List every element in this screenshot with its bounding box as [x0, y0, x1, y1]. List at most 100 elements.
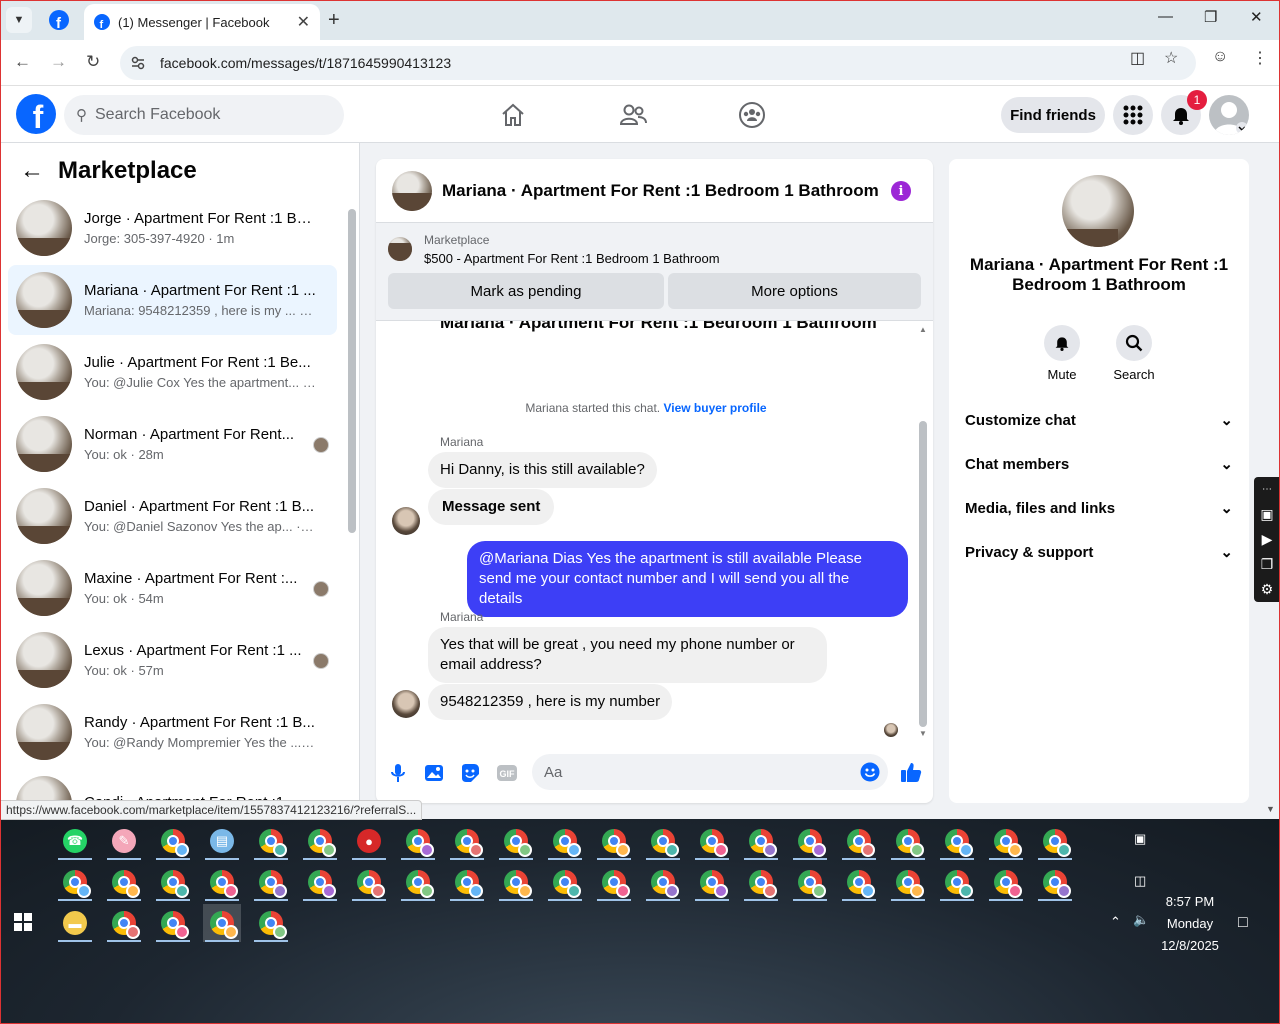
chrome-profile-icon[interactable] [154, 904, 192, 942]
chrome-profile-icon[interactable] [791, 863, 829, 901]
site-info-icon[interactable] [130, 55, 146, 71]
search-in-conversation-button[interactable]: Search [1104, 325, 1164, 382]
paint-app-icon[interactable]: ✎ [105, 822, 143, 860]
chrome-profile-icon[interactable] [203, 863, 241, 901]
chrome-profile-icon[interactable] [546, 822, 584, 860]
system-clock[interactable]: 8:57 PM Monday 12/8/2025 [1150, 891, 1230, 957]
settings-gear-icon[interactable]: ⚙ [1254, 577, 1280, 602]
chrome-profile-icon[interactable] [399, 863, 437, 901]
omnibox[interactable]: facebook.com/messages/t/1871645990413123 [120, 46, 1196, 80]
view-buyer-profile-link[interactable]: View buyer profile [663, 401, 766, 415]
chrome-profile-icon[interactable] [203, 904, 241, 942]
tray-network-icon[interactable]: ◫ [1134, 873, 1146, 889]
conversation-info-icon[interactable]: i [891, 181, 911, 201]
tray-meeting-icon[interactable]: ▣ [1134, 831, 1146, 847]
chrome-profile-icon[interactable] [742, 822, 780, 860]
conversation-item-daniel[interactable]: Daniel · Apartment For Rent :1 B... You: … [8, 481, 337, 551]
tab-close-icon[interactable]: ✕ [297, 12, 310, 32]
search-facebook-input[interactable]: ⚲ Search Facebook [64, 95, 344, 135]
reload-icon[interactable]: ↻ [86, 52, 100, 72]
chrome-profile-icon[interactable] [105, 904, 143, 942]
chrome-profile-icon[interactable] [497, 863, 535, 901]
conversation-item-lexus[interactable]: Lexus · Apartment For Rent :1 ... You: ok… [8, 625, 337, 695]
facebook-pinned-tab-icon[interactable]: f [48, 9, 70, 31]
restore-icon[interactable]: ❐ [1204, 8, 1217, 26]
emoji-icon[interactable] [860, 762, 880, 782]
chrome-profile-icon[interactable] [595, 863, 633, 901]
chrome-profile-icon[interactable] [644, 863, 682, 901]
conversation-item-julie[interactable]: Julie · Apartment For Rent :1 Be... You: … [8, 337, 337, 407]
whatsapp-icon[interactable]: ☎ [56, 822, 94, 860]
record-icon[interactable]: ● [350, 822, 388, 860]
chrome-profile-icon[interactable] [791, 822, 829, 860]
chrome-profile-icon[interactable] [154, 822, 192, 860]
chrome-profile-icon[interactable] [252, 863, 290, 901]
tab-messenger[interactable]: f (1) Messenger | Facebook ✕ [84, 4, 320, 40]
chrome-profile-icon[interactable] [693, 863, 731, 901]
chrome-profile-icon[interactable] [595, 822, 633, 860]
home-icon[interactable] [498, 100, 528, 130]
conversation-item-maxine[interactable]: Maxine · Apartment For Rent :... You: ok … [8, 553, 337, 623]
chrome-profile-icon[interactable] [1036, 822, 1074, 860]
chrome-profile-icon[interactable] [693, 822, 731, 860]
tray-chevron-up-icon[interactable]: ⌃ [1110, 914, 1121, 930]
listing-thumbnail[interactable] [388, 237, 412, 261]
chrome-profile-icon[interactable] [840, 822, 878, 860]
chrome-profile-icon[interactable] [252, 822, 290, 860]
video-camera-icon[interactable]: ▶ [1254, 527, 1280, 552]
chrome-profile-icon[interactable] [987, 863, 1025, 901]
sender-avatar[interactable] [392, 507, 420, 535]
volume-icon[interactable]: 🔈 [1133, 912, 1149, 928]
chrome-profile-icon[interactable] [448, 863, 486, 901]
chrome-profile-icon[interactable] [350, 863, 388, 901]
chrome-profile-icon[interactable] [889, 822, 927, 860]
chrome-profile-icon[interactable] [301, 863, 339, 901]
conversation-item-jorge[interactable]: Jorge · Apartment For Rent :1 Be... Jorge… [8, 193, 337, 263]
media-files-links-row[interactable]: Media, files and links ⌄ [965, 499, 1233, 518]
account-avatar[interactable] [1209, 95, 1249, 135]
tab-search-dropdown[interactable]: ▼ [6, 7, 32, 33]
chrome-profile-icon[interactable] [644, 822, 682, 860]
notes-app-icon[interactable]: ▤ [203, 822, 241, 860]
new-tab-icon[interactable]: + [328, 9, 340, 32]
menu-kebab-icon[interactable]: ⋮ [1252, 48, 1268, 68]
chrome-profile-icon[interactable] [154, 863, 192, 901]
chrome-profile-icon[interactable] [497, 822, 535, 860]
scroll-down-arrow-icon[interactable]: ▼ [919, 729, 927, 738]
listing-title[interactable]: $500 - Apartment For Rent :1 Bedroom 1 B… [424, 251, 720, 266]
facebook-logo-icon[interactable]: f [16, 94, 56, 134]
mark-as-pending-button[interactable]: Mark as pending [388, 273, 664, 309]
window-icon[interactable]: ❐ [1254, 552, 1280, 577]
page-scroll-down-icon[interactable]: ▼ [1266, 804, 1275, 814]
gif-icon[interactable]: GIF [496, 763, 518, 783]
microphone-icon[interactable] [388, 763, 408, 783]
friends-icon[interactable] [618, 100, 648, 130]
chrome-profile-icon[interactable] [448, 822, 486, 860]
menu-grid-icon[interactable] [1113, 95, 1153, 135]
file-explorer-icon[interactable]: ▬ [56, 904, 94, 942]
find-friends-button[interactable]: Find friends [1001, 97, 1105, 133]
chrome-profile-icon[interactable] [938, 863, 976, 901]
conversation-list-scrollbar[interactable] [348, 209, 356, 533]
chrome-profile-icon[interactable] [889, 863, 927, 901]
profile-icon[interactable]: ☺ [1212, 48, 1228, 66]
conversation-item-randy[interactable]: Randy · Apartment For Rent :1 B... You: @… [8, 697, 337, 767]
contact-avatar[interactable] [1062, 175, 1134, 247]
minimize-icon[interactable]: — [1158, 8, 1173, 25]
chrome-profile-icon[interactable] [840, 863, 878, 901]
chat-title[interactable]: Mariana · Apartment For Rent :1 Bedroom … [442, 181, 879, 201]
chrome-profile-icon[interactable] [252, 904, 290, 942]
action-center-icon[interactable]: □ [1238, 914, 1248, 932]
conversation-item-mariana[interactable]: Mariana · Apartment For Rent :1 ... Maria… [8, 265, 337, 335]
chrome-profile-icon[interactable] [301, 822, 339, 860]
close-window-icon[interactable]: ✕ [1250, 8, 1263, 26]
chrome-profile-icon[interactable] [105, 863, 143, 901]
sticker-icon[interactable] [460, 763, 480, 783]
chrome-profile-icon[interactable] [56, 863, 94, 901]
forward-icon[interactable]: → [50, 52, 67, 72]
more-options-button[interactable]: More options [668, 273, 921, 309]
chrome-profile-icon[interactable] [1036, 863, 1074, 901]
chrome-profile-icon[interactable] [742, 863, 780, 901]
chat-scrollbar[interactable] [919, 421, 927, 727]
scroll-up-arrow-icon[interactable]: ▲ [919, 325, 927, 334]
